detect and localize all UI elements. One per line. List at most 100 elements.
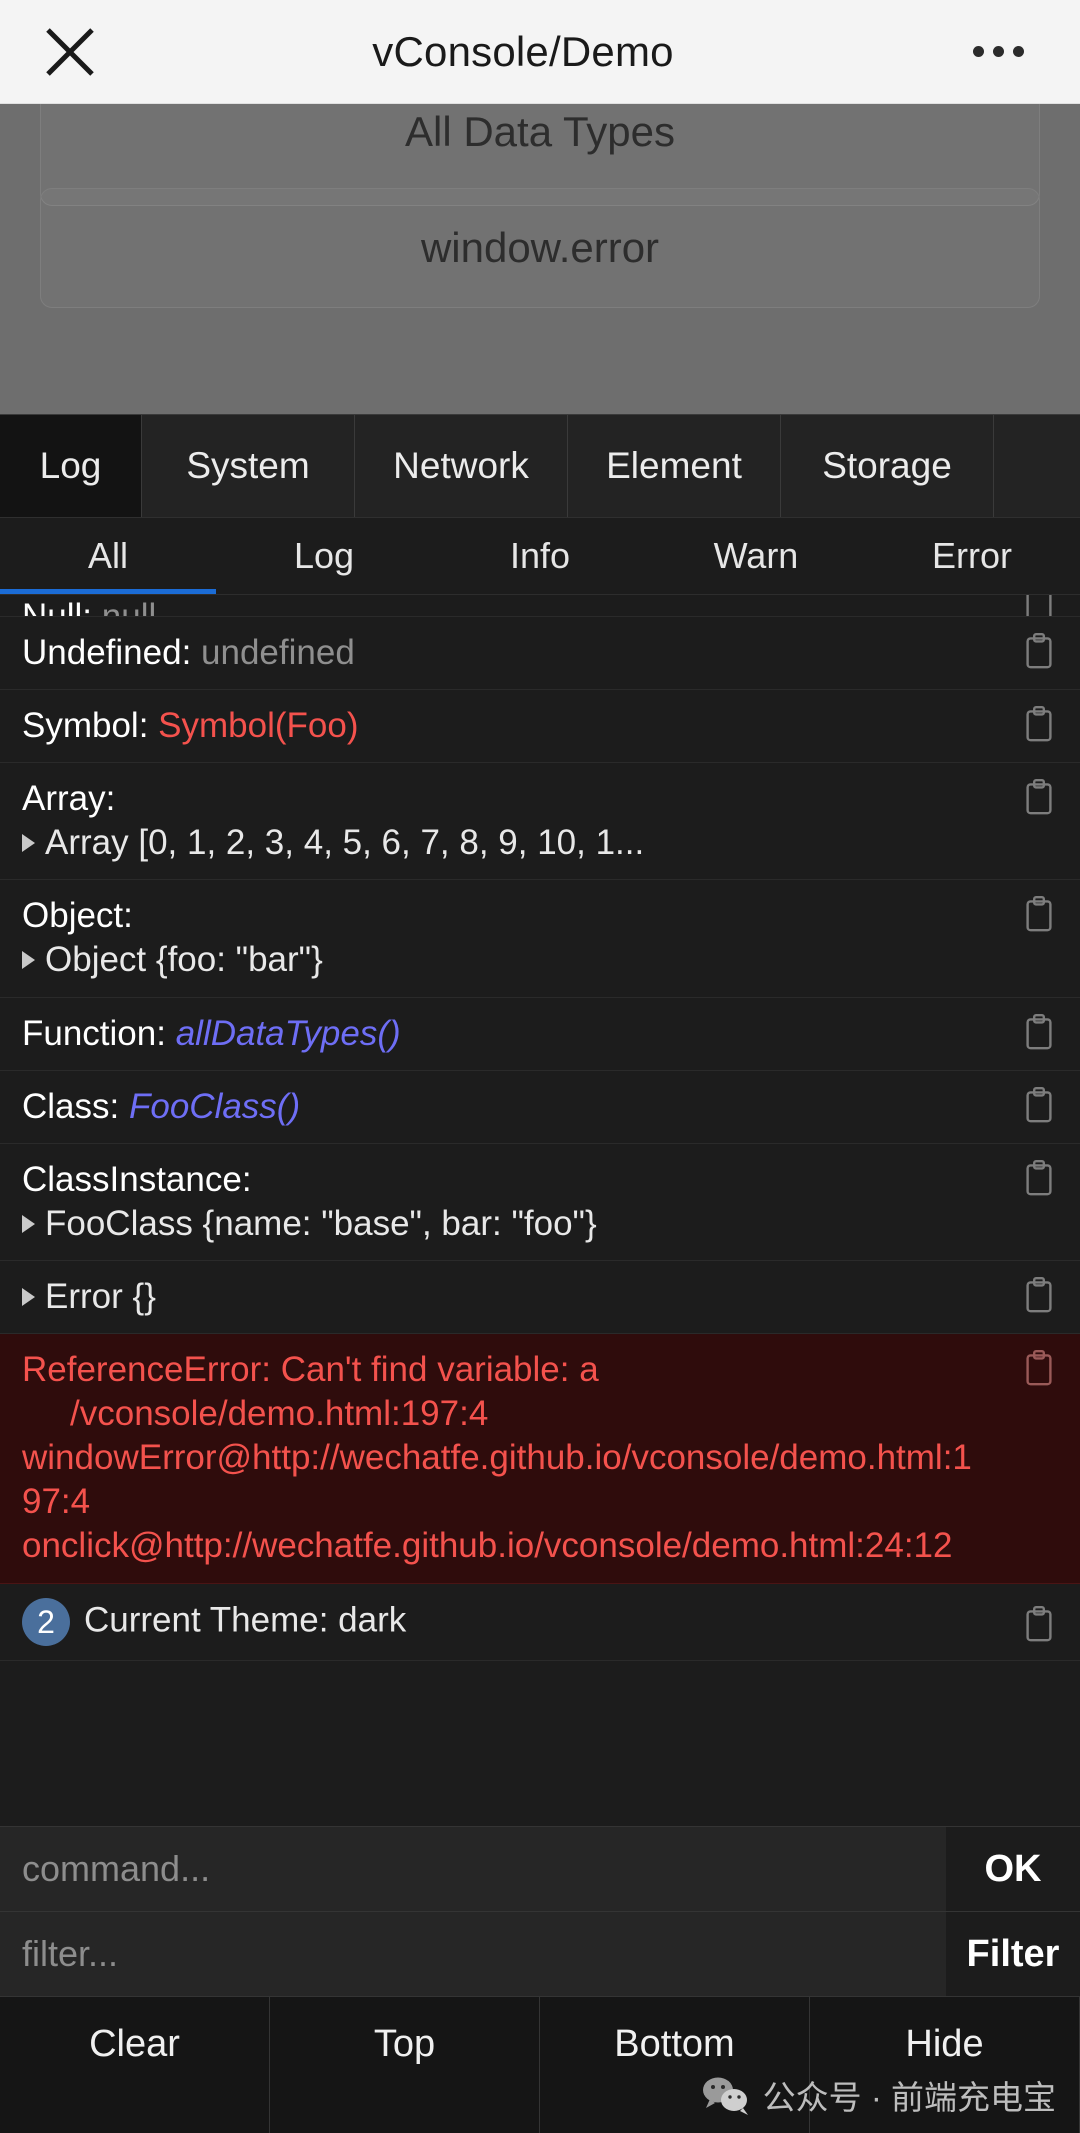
log-value: FooClass {name: "base", bar: "foo"} bbox=[45, 1203, 597, 1243]
clear-label: Clear bbox=[89, 2022, 180, 2065]
log-key: Undefined: bbox=[22, 633, 192, 672]
clear-button[interactable]: Clear bbox=[0, 1997, 270, 2133]
log-value: Array [0, 1, 2, 3, 4, 5, 6, 7, 8, 9, 10,… bbox=[45, 823, 645, 863]
all-data-types-label: All Data Types bbox=[404, 108, 676, 155]
window-error-label: window.error bbox=[420, 224, 660, 271]
copy-icon[interactable] bbox=[1024, 779, 1054, 815]
log-value: Object {foo: "bar"} bbox=[45, 940, 323, 980]
expand-triangle-icon[interactable] bbox=[22, 951, 35, 970]
log-row[interactable]: Undefined: undefined bbox=[0, 617, 1080, 691]
command-ok-label: OK bbox=[984, 1847, 1042, 1890]
subtab-info[interactable]: Info bbox=[432, 518, 648, 594]
page-title: vConsole/Demo bbox=[372, 27, 674, 75]
copy-icon[interactable] bbox=[1024, 1013, 1054, 1050]
nav-header: vConsole/Demo bbox=[0, 0, 1080, 104]
log-value-line[interactable]: FooClass {name: "base", bar: "foo"} bbox=[22, 1202, 980, 1246]
screen: vConsole/Demo All Data Types window.erro… bbox=[0, 0, 1080, 2133]
theme-log-row[interactable]: 2 Current Theme: dark bbox=[0, 1584, 1080, 1661]
tab-network[interactable]: Network bbox=[355, 415, 568, 517]
command-ok-button[interactable]: OK bbox=[946, 1827, 1080, 1911]
subtab-error-label: Error bbox=[932, 535, 1012, 576]
log-key: Array: bbox=[22, 779, 116, 819]
subtab-error[interactable]: Error bbox=[864, 518, 1080, 594]
top-button[interactable]: Top bbox=[270, 1997, 540, 2133]
copy-icon[interactable] bbox=[1024, 896, 1054, 932]
log-key: ClassInstance: bbox=[22, 1159, 252, 1199]
log-row[interactable]: Error {} bbox=[0, 1261, 1080, 1335]
log-value: undefined bbox=[201, 633, 355, 672]
copy-icon[interactable] bbox=[1024, 1605, 1054, 1642]
bottom-button[interactable]: Bottom bbox=[540, 1997, 810, 2133]
log-row[interactable]: Symbol: Symbol(Foo) bbox=[0, 690, 1080, 764]
log-row[interactable]: Object: Object {foo: "bar"} bbox=[0, 880, 1080, 998]
log-key: Null: bbox=[22, 597, 93, 617]
command-input[interactable]: command... bbox=[0, 1827, 946, 1911]
log-key: Symbol: bbox=[22, 706, 149, 746]
command-row: command... OK bbox=[0, 1826, 1080, 1911]
hide-button[interactable]: Hide bbox=[810, 1997, 1080, 2133]
tab-log-label: Log bbox=[39, 445, 102, 486]
demo-page-背景: All Data Types window.error bbox=[0, 104, 1080, 414]
error-stack-line-1: /vconsole/demo.html:197:4 bbox=[70, 1394, 489, 1434]
error-stack-line-2: windowError@http://wechatfe.github.io/vc… bbox=[22, 1438, 972, 1522]
error-log-row[interactable]: ReferenceError: Can't find variable: a /… bbox=[0, 1334, 1080, 1584]
expand-triangle-icon[interactable] bbox=[22, 834, 35, 853]
vconsole-subtabbar: All Log Info Warn Error bbox=[0, 518, 1080, 595]
copy-icon[interactable] bbox=[1024, 633, 1054, 669]
log-row[interactable]: Function: allDataTypes() bbox=[0, 998, 1080, 1071]
bottom-toolbar: Clear Top Bottom Hide 公众号 · 前端充电宝 bbox=[0, 1996, 1080, 2133]
repeat-count-badge: 2 bbox=[22, 1597, 70, 1646]
subtab-all[interactable]: All bbox=[0, 518, 216, 594]
subtab-log[interactable]: Log bbox=[216, 518, 432, 594]
tab-element[interactable]: Element bbox=[568, 415, 781, 517]
filter-row: filter... Filter bbox=[0, 1911, 1080, 1996]
tab-network-label: Network bbox=[393, 445, 529, 486]
filter-button-label: Filter bbox=[966, 1932, 1060, 1975]
top-label: Top bbox=[373, 2022, 436, 2065]
subtab-warn-label: Warn bbox=[713, 535, 799, 576]
tab-system-label: System bbox=[186, 445, 310, 486]
close-icon[interactable] bbox=[0, 0, 140, 104]
more-options-icon[interactable] bbox=[930, 0, 1080, 104]
expand-triangle-icon[interactable] bbox=[22, 1214, 35, 1233]
copy-icon[interactable] bbox=[1024, 595, 1054, 617]
copy-icon[interactable] bbox=[1024, 1159, 1054, 1196]
log-key: Object: bbox=[22, 896, 133, 936]
subtab-all-label: All bbox=[87, 535, 128, 576]
window-error-button[interactable]: window.error bbox=[40, 188, 1040, 308]
log-list[interactable]: Null: null Undefined: undefined Symbol: bbox=[0, 595, 1080, 1826]
bottom-label: Bottom bbox=[614, 2022, 735, 2065]
error-stack-line-3: onclick@http://wechatfe.github.io/vconso… bbox=[22, 1526, 953, 1566]
tab-storage[interactable]: Storage bbox=[781, 415, 994, 517]
log-value: FooClass() bbox=[128, 1086, 301, 1126]
subtab-warn[interactable]: Warn bbox=[648, 518, 864, 594]
log-row[interactable]: Class: FooClass() bbox=[0, 1071, 1080, 1144]
copy-icon[interactable] bbox=[1024, 1276, 1054, 1313]
error-message: ReferenceError: Can't find variable: a bbox=[22, 1350, 599, 1390]
subtab-info-label: Info bbox=[509, 535, 571, 576]
tab-log[interactable]: Log bbox=[0, 415, 142, 517]
filter-button[interactable]: Filter bbox=[946, 1912, 1080, 1996]
log-value: allDataTypes() bbox=[175, 1013, 401, 1053]
tabbar-filler bbox=[994, 415, 1080, 517]
theme-log-text: Current Theme: dark bbox=[84, 1599, 407, 1639]
hide-label: Hide bbox=[905, 2022, 984, 2065]
log-value-line[interactable]: Array [0, 1, 2, 3, 4, 5, 6, 7, 8, 9, 10,… bbox=[22, 821, 980, 865]
log-row[interactable]: Null: null bbox=[0, 595, 1080, 617]
log-value: null bbox=[101, 597, 157, 617]
log-value: Error {} bbox=[45, 1276, 156, 1316]
log-value: Symbol(Foo) bbox=[158, 706, 359, 746]
log-row[interactable]: Array: Array [0, 1, 2, 3, 4, 5, 6, 7, 8,… bbox=[0, 763, 1080, 881]
copy-icon[interactable] bbox=[1024, 706, 1054, 742]
copy-icon[interactable] bbox=[1024, 1350, 1054, 1386]
vconsole-tabbar: Log System Network Element Storage bbox=[0, 415, 1080, 518]
tab-system[interactable]: System bbox=[142, 415, 355, 517]
log-value-line[interactable]: Object {foo: "bar"} bbox=[22, 938, 980, 982]
tab-storage-label: Storage bbox=[822, 445, 952, 486]
expand-triangle-icon[interactable] bbox=[22, 1287, 35, 1306]
vconsole-panel: Log System Network Element Storage All L… bbox=[0, 414, 1080, 2133]
filter-input[interactable]: filter... bbox=[0, 1912, 946, 1996]
log-row[interactable]: ClassInstance: FooClass {name: "base", b… bbox=[0, 1144, 1080, 1261]
log-key: Function: bbox=[22, 1013, 166, 1053]
copy-icon[interactable] bbox=[1024, 1086, 1054, 1123]
